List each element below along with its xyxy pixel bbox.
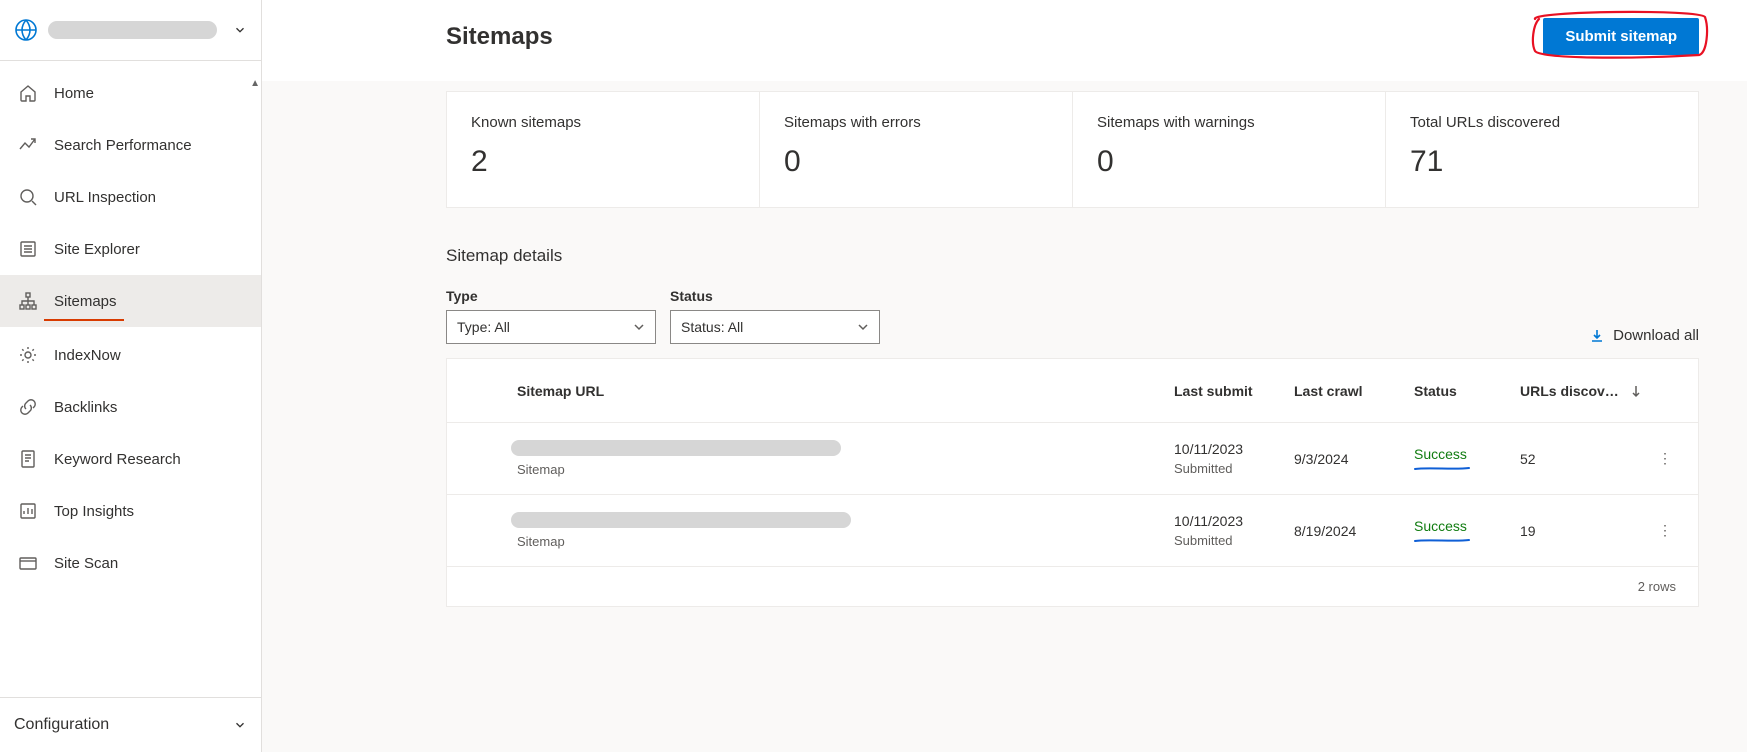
row-menu-button[interactable]: ⋮ — [1650, 522, 1680, 539]
annotation-blue-underline — [1414, 466, 1470, 471]
stat-urls-discovered: Total URLs discovered 71 — [1386, 92, 1698, 207]
col-header-urls[interactable]: URLs discov… — [1520, 383, 1650, 399]
col-header-last-crawl[interactable]: Last crawl — [1294, 383, 1414, 399]
scan-icon — [18, 553, 38, 573]
chevron-down-icon — [233, 23, 247, 37]
col-header-url[interactable]: Sitemap URL — [511, 383, 1174, 399]
urls-discovered-value: 19 — [1520, 523, 1650, 539]
page-title: Sitemaps — [446, 23, 553, 51]
sitemap-url-redacted — [511, 512, 851, 528]
trend-icon — [18, 135, 38, 155]
last-crawl-value: 9/3/2024 — [1294, 451, 1414, 467]
chevron-down-icon — [633, 321, 645, 333]
stat-label: Sitemaps with errors — [784, 114, 1048, 131]
stat-known-sitemaps: Known sitemaps 2 — [447, 92, 760, 207]
chevron-down-icon — [233, 718, 247, 732]
sidebar-item-top-insights[interactable]: Top Insights — [0, 485, 261, 537]
stat-value: 0 — [1097, 145, 1361, 179]
site-name-redacted — [48, 21, 217, 39]
filter-type-select[interactable]: Type: All — [446, 310, 656, 344]
list-icon — [18, 239, 38, 259]
sitemap-table: Sitemap URL Last submit Last crawl Statu… — [446, 358, 1699, 607]
site-picker[interactable] — [0, 0, 261, 61]
stat-value: 71 — [1410, 145, 1674, 179]
download-icon — [1589, 328, 1605, 344]
sort-arrow-icon — [1629, 384, 1643, 398]
search-icon — [18, 187, 38, 207]
sidebar-item-label: Site Explorer — [54, 241, 140, 258]
filter-status-select[interactable]: Status: All — [670, 310, 880, 344]
last-submit-value: 10/11/2023 — [1174, 513, 1294, 529]
sidebar-item-label: Backlinks — [54, 399, 117, 416]
sidebar-item-sitemaps[interactable]: Sitemaps — [0, 275, 261, 327]
sidebar-item-indexnow[interactable]: IndexNow — [0, 329, 261, 381]
page-header: Sitemaps Submit sitemap — [262, 0, 1747, 81]
annotation-red-underline — [44, 319, 124, 321]
home-icon — [18, 83, 38, 103]
filter-status-label: Status — [670, 288, 880, 304]
annotation-blue-underline — [1414, 538, 1470, 543]
stat-sitemaps-warnings: Sitemaps with warnings 0 — [1073, 92, 1386, 207]
sitemap-details-heading: Sitemap details — [446, 246, 1699, 266]
filter-status-value: Status: All — [681, 319, 743, 335]
stat-sitemaps-errors: Sitemaps with errors 0 — [760, 92, 1073, 207]
sidebar-item-label: Home — [54, 85, 94, 102]
sidebar-item-label: Search Performance — [54, 137, 192, 154]
sidebar-item-backlinks[interactable]: Backlinks — [0, 381, 261, 433]
col-header-last-submit[interactable]: Last submit — [1174, 383, 1294, 399]
sidebar-item-site-scan[interactable]: Site Scan — [0, 537, 261, 589]
stat-label: Total URLs discovered — [1410, 114, 1674, 131]
sitemap-type-label: Sitemap — [517, 534, 1174, 549]
filter-type-label: Type — [446, 288, 656, 304]
table-row[interactable]: Sitemap 10/11/2023 Submitted 9/3/2024 Su… — [447, 423, 1698, 495]
sidebar-item-search-performance[interactable]: Search Performance — [0, 119, 261, 171]
stat-value: 2 — [471, 145, 735, 179]
row-menu-button[interactable]: ⋮ — [1650, 450, 1680, 467]
sidebar-item-keyword-research[interactable]: Keyword Research — [0, 433, 261, 485]
table-row[interactable]: Sitemap 10/11/2023 Submitted 8/19/2024 S… — [447, 495, 1698, 567]
link-icon — [18, 397, 38, 417]
sidebar-nav: Home Search Performance URL Inspection S… — [0, 61, 261, 697]
sitemap-icon — [18, 291, 38, 311]
sidebar-item-home[interactable]: Home — [0, 67, 261, 119]
col-header-status[interactable]: Status — [1414, 383, 1520, 399]
doc-icon — [18, 449, 38, 469]
globe-icon — [14, 18, 38, 42]
urls-discovered-value: 52 — [1520, 451, 1650, 467]
download-all-button[interactable]: Download all — [1589, 327, 1699, 344]
gear-icon — [18, 345, 38, 365]
chevron-down-icon — [857, 321, 869, 333]
configuration-label: Configuration — [14, 716, 109, 734]
table-header: Sitemap URL Last submit Last crawl Statu… — [447, 359, 1698, 423]
submit-note: Submitted — [1174, 461, 1294, 476]
download-all-label: Download all — [1613, 327, 1699, 344]
sidebar-item-label: Keyword Research — [54, 451, 181, 468]
filters-row: Type Type: All Status Status: All — [446, 288, 1699, 344]
sitemap-type-label: Sitemap — [517, 462, 1174, 477]
insights-icon — [18, 501, 38, 521]
stat-label: Sitemaps with warnings — [1097, 114, 1361, 131]
sitemap-url-redacted — [511, 440, 841, 456]
sidebar-item-label: Top Insights — [54, 503, 134, 520]
sidebar-item-site-explorer[interactable]: Site Explorer — [0, 223, 261, 275]
last-submit-value: 10/11/2023 — [1174, 441, 1294, 457]
submit-sitemap-button[interactable]: Submit sitemap — [1543, 18, 1699, 55]
last-crawl-value: 8/19/2024 — [1294, 523, 1414, 539]
status-badge: Success — [1414, 518, 1467, 534]
sidebar-item-url-inspection[interactable]: URL Inspection — [0, 171, 261, 223]
sidebar-item-label: IndexNow — [54, 347, 121, 364]
stat-value: 0 — [784, 145, 1048, 179]
sidebar-item-label: URL Inspection — [54, 189, 156, 206]
main-content: Sitemaps Submit sitemap Known sitemaps 2… — [262, 0, 1747, 752]
stat-label: Known sitemaps — [471, 114, 735, 131]
sidebar-item-label: Sitemaps — [54, 293, 117, 310]
sidebar-item-label: Site Scan — [54, 555, 118, 572]
stats-cards: Known sitemaps 2 Sitemaps with errors 0 … — [446, 91, 1699, 208]
table-footer-rowcount: 2 rows — [447, 567, 1698, 606]
sidebar: ▲ Home Search Performance URL Inspection… — [0, 0, 262, 752]
status-badge: Success — [1414, 446, 1467, 462]
sidebar-configuration[interactable]: Configuration — [0, 697, 261, 752]
submit-note: Submitted — [1174, 533, 1294, 548]
filter-type-value: Type: All — [457, 319, 510, 335]
